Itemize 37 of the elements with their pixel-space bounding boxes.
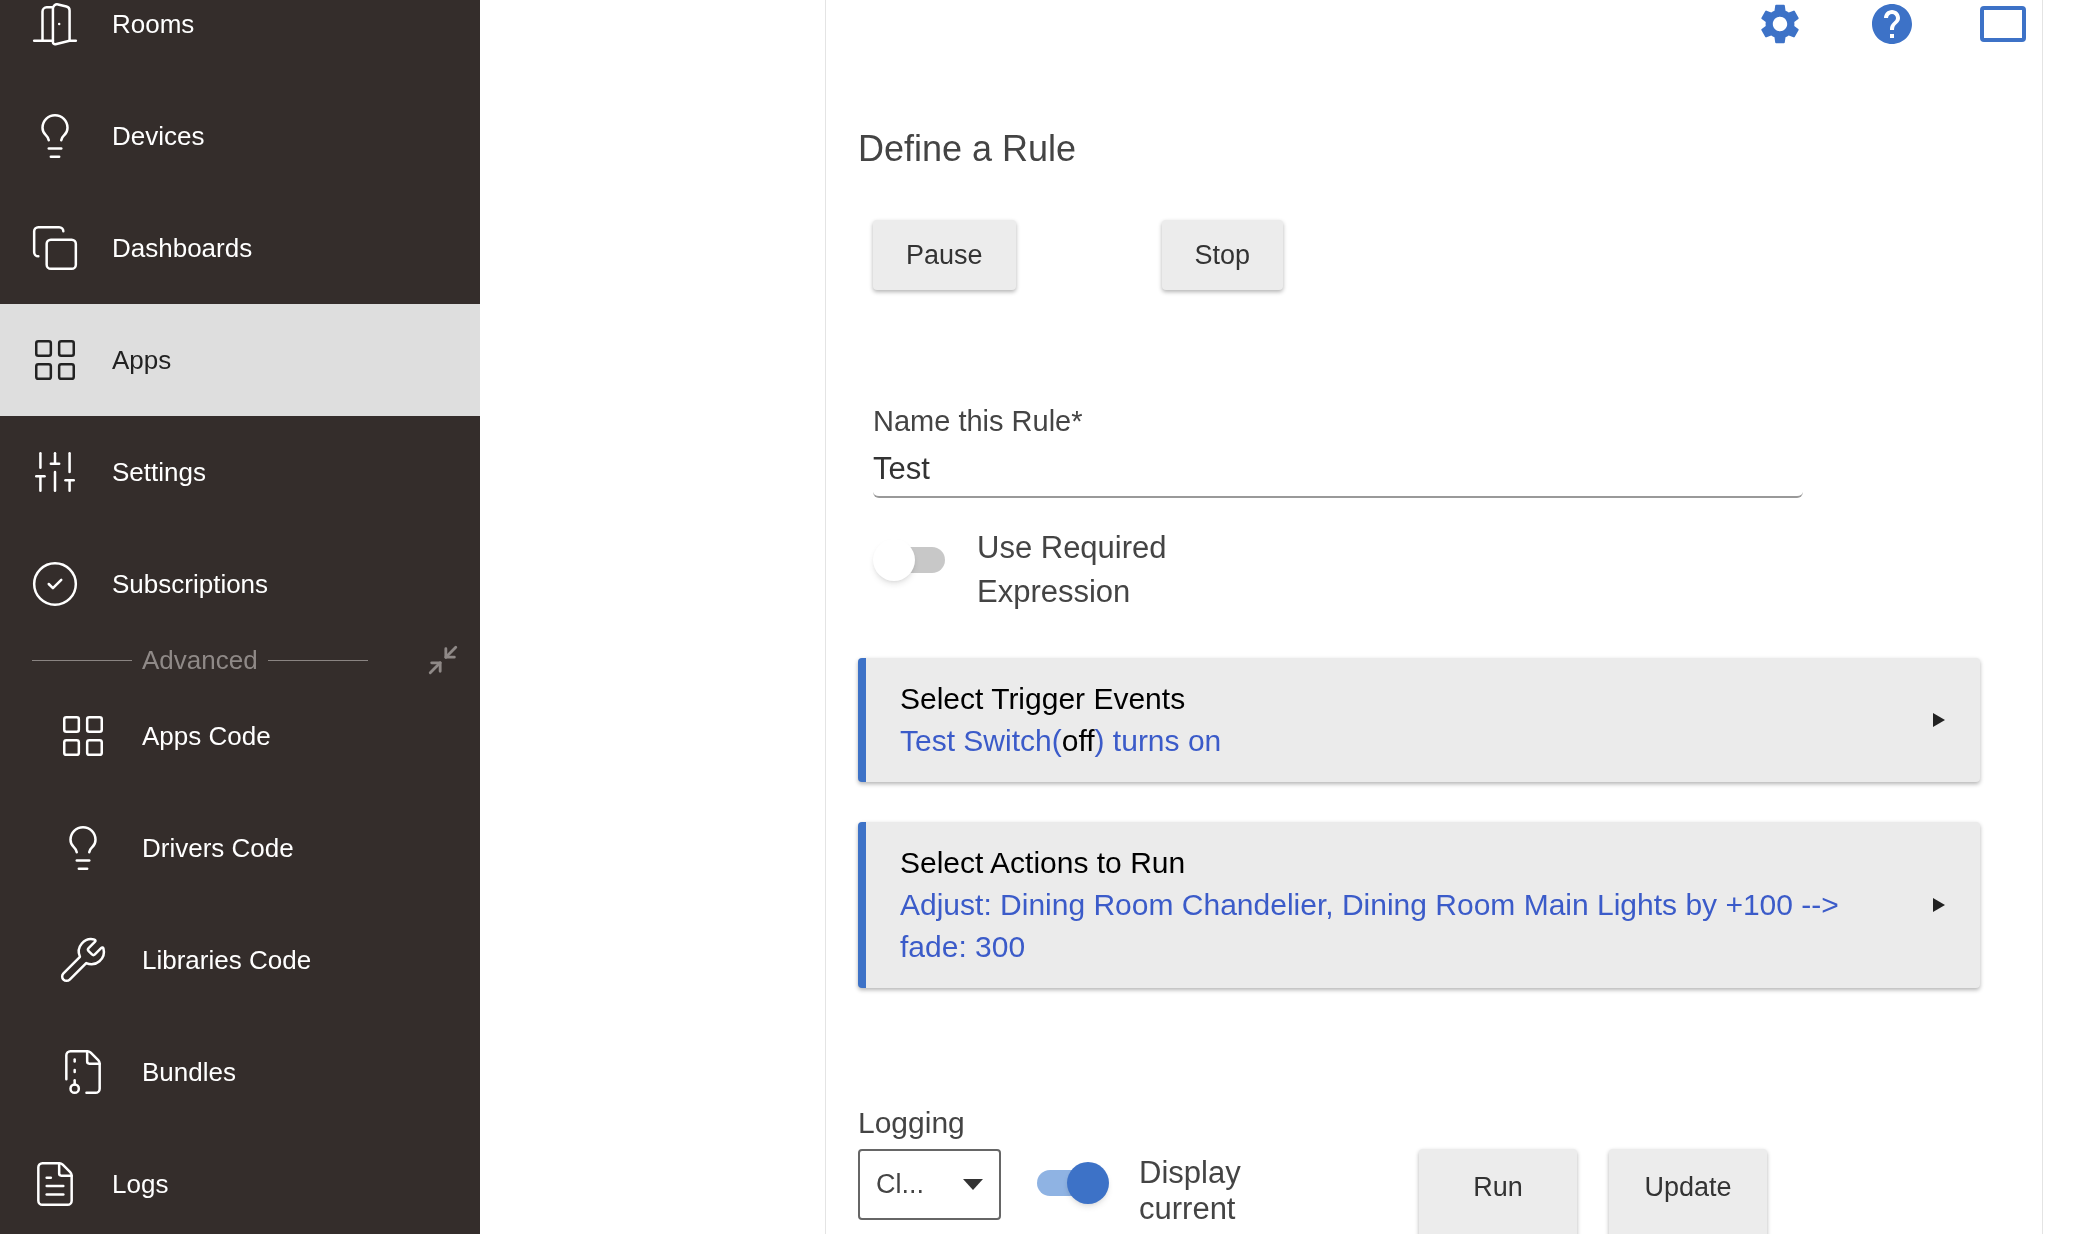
section-title: Select Actions to Run: [900, 844, 1187, 881]
dropdown-caret-icon: [963, 1178, 983, 1190]
logging-label: Logging: [858, 1104, 966, 1141]
sidebar-item[interactable]: Dashboards: [0, 192, 480, 304]
wrench-icon: [58, 935, 108, 985]
sidebar-item[interactable]: Subscriptions: [0, 528, 480, 640]
section-label: Advanced: [141, 643, 259, 677]
action-button[interactable]: Run: [1419, 1148, 1577, 1234]
expand-arrow-icon: [1932, 711, 1946, 728]
action-button[interactable]: Stop: [1161, 220, 1284, 290]
section-summary: Test Switch(off) turns on: [900, 722, 1223, 759]
section-title: Select Trigger Events: [900, 680, 1187, 717]
stacked-squares-icon: [30, 223, 80, 273]
expand-arrow-icon: [1932, 896, 1946, 913]
sidebar-item[interactable]: Rooms: [0, 0, 480, 80]
window-icon[interactable]: [1980, 6, 2026, 42]
sidebar-item[interactable]: Drivers Code: [0, 792, 480, 904]
name-input-field[interactable]: Test: [873, 443, 1803, 498]
sidebar-item[interactable]: Apps: [0, 304, 480, 416]
check-circle-icon: [30, 559, 80, 609]
collapse-icon[interactable]: [426, 643, 460, 677]
action-button[interactable]: Pause: [873, 220, 1016, 290]
page-title: Define a Rule: [858, 127, 1078, 171]
sidebar-item[interactable]: Devices: [0, 80, 480, 192]
sidebar-item[interactable]: Bundles: [0, 1016, 480, 1128]
toggle-label: Use Required Expression: [977, 528, 1168, 611]
section-card[interactable]: Select Actions to Run Adjust: Dining Room Chandelier, Dining Room Main Lights by +100 --> fade: 300: [858, 821, 1980, 988]
sidebar-item[interactable]: Logs: [0, 1128, 480, 1234]
section-summary: Adjust: Dining Room Chandelier, Dining Room Main Lights by +100 --> fade: 300: [900, 886, 1840, 965]
sidebar-item[interactable]: Apps Code: [0, 680, 480, 792]
field-label: Name this Rule*: [873, 404, 1084, 439]
section-card[interactable]: Select Trigger Events Test Switch(off) turns on: [858, 657, 1980, 782]
sidebar-item[interactable]: Settings: [0, 416, 480, 528]
sidebar-item[interactable]: Libraries Code: [0, 904, 480, 1016]
toggle-label: Display current: [1139, 1153, 1242, 1227]
action-button[interactable]: Update: [1609, 1148, 1767, 1234]
logging-select[interactable]: Cl...: [858, 1148, 1001, 1220]
